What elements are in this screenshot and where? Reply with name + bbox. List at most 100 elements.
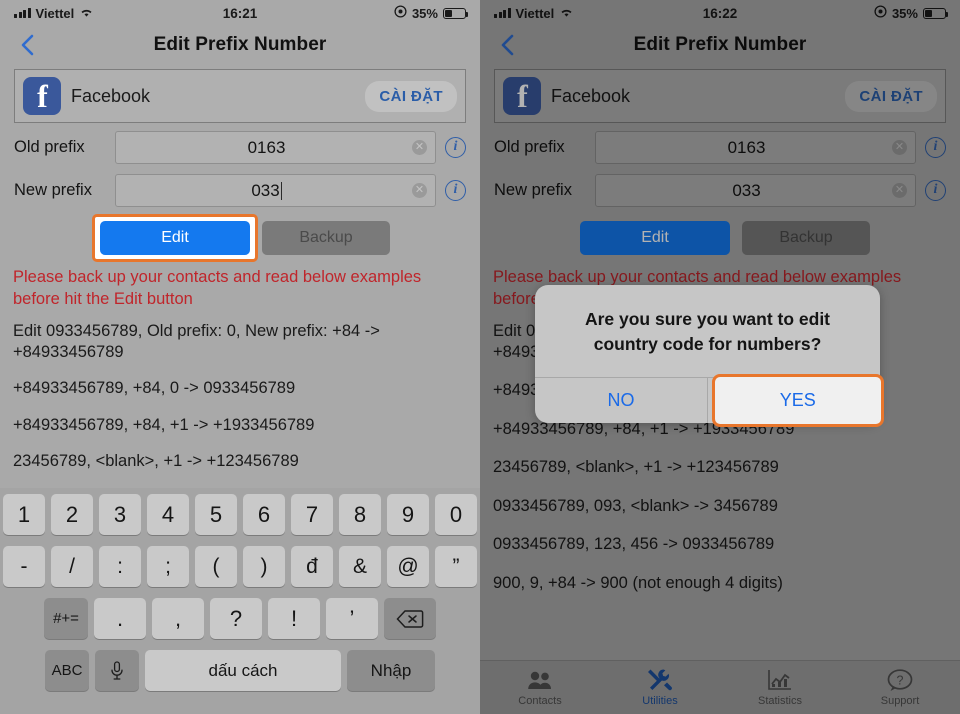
key-semicolon[interactable]: ;	[147, 546, 189, 587]
example-line: 900, 9, +84 -> 900 (not enough 4 digits)	[493, 573, 783, 592]
dialog-message: Are you sure you want to edit country co…	[584, 309, 831, 354]
battery-icon	[922, 7, 949, 19]
tab-support[interactable]: ? Support	[840, 661, 960, 714]
microphone-icon[interactable]	[95, 650, 139, 691]
clear-icon[interactable]: ✕	[412, 183, 427, 198]
new-prefix-input[interactable]: 033 ✕	[115, 174, 436, 207]
action-buttons: Edit Backup	[480, 217, 960, 255]
svg-text:?: ?	[897, 673, 904, 687]
edit-button[interactable]: Edit	[580, 221, 730, 255]
tab-label: Utilities	[642, 695, 678, 707]
clear-icon[interactable]: ✕	[892, 183, 907, 198]
ad-app-name: Facebook	[551, 85, 631, 106]
tab-utilities[interactable]: Utilities	[600, 661, 720, 714]
key-hyphen[interactable]: -	[3, 546, 45, 587]
key-8[interactable]: 8	[339, 494, 381, 535]
chart-icon	[767, 668, 793, 692]
status-time: 16:21	[222, 5, 258, 21]
contacts-icon	[527, 668, 553, 692]
dialog-yes-highlight: YES	[711, 373, 884, 427]
onscreen-keyboard[interactable]: 1 2 3 4 5 6 7 8 9 0 - / : ; ( ) đ & @ ” …	[0, 488, 480, 714]
facebook-ad-card[interactable]: f Facebook CÀI ĐẶT	[494, 69, 946, 123]
key-question[interactable]: ?	[210, 598, 262, 639]
key-slash[interactable]: /	[51, 546, 93, 587]
key-9[interactable]: 9	[387, 494, 429, 535]
facebook-logo-icon: f	[503, 77, 541, 115]
ad-install-button[interactable]: CÀI ĐẶT	[365, 80, 457, 112]
new-prefix-input[interactable]: 033 ✕	[595, 174, 916, 207]
key-period[interactable]: .	[94, 598, 146, 639]
backup-button[interactable]: Backup	[262, 221, 390, 255]
key-7[interactable]: 7	[291, 494, 333, 535]
key-4[interactable]: 4	[147, 494, 189, 535]
example-line: +84933456789, +84, +1 -> +1933456789	[13, 415, 315, 434]
key-exclamation[interactable]: !	[268, 598, 320, 639]
tab-label: Contacts	[518, 695, 562, 707]
old-prefix-value: 0163	[247, 137, 286, 157]
new-prefix-label: New prefix	[494, 181, 572, 199]
key-ampersand[interactable]: &	[339, 546, 381, 587]
clear-icon[interactable]: ✕	[412, 140, 427, 155]
key-dong[interactable]: đ	[291, 546, 333, 587]
key-5[interactable]: 5	[195, 494, 237, 535]
keyboard-row-numbers: 1 2 3 4 5 6 7 8 9 0	[3, 494, 477, 535]
old-prefix-input[interactable]: 0163 ✕	[595, 131, 916, 164]
key-at[interactable]: @	[387, 546, 429, 587]
action-buttons: Edit Backup	[0, 214, 480, 262]
ad-app-name: Facebook	[71, 85, 151, 106]
key-comma[interactable]: ,	[152, 598, 204, 639]
old-prefix-row: Old prefix 0163 ✕ i	[14, 131, 466, 164]
key-2[interactable]: 2	[51, 494, 93, 535]
new-prefix-label: New prefix	[14, 181, 92, 199]
info-icon[interactable]: i	[445, 137, 466, 158]
dialog-buttons: NO YES	[535, 373, 884, 427]
location-icon	[394, 5, 407, 21]
dialog-yes-button[interactable]: YES	[711, 373, 884, 427]
info-icon[interactable]: i	[445, 180, 466, 201]
facebook-logo-icon: f	[23, 77, 61, 115]
key-spacebar[interactable]: dấu cách	[145, 650, 341, 691]
key-6[interactable]: 6	[243, 494, 285, 535]
key-apostrophe[interactable]: ’	[326, 598, 378, 639]
key-colon[interactable]: :	[99, 546, 141, 587]
key-3[interactable]: 3	[99, 494, 141, 535]
example-line: Edit 0933456789, Old prefix: 0, New pref…	[13, 321, 380, 361]
tab-label: Statistics	[757, 695, 802, 707]
tab-contacts[interactable]: Contacts	[480, 661, 600, 714]
backup-button[interactable]: Backup	[742, 221, 870, 255]
status-bar: Viettel 16:21 35%	[0, 0, 480, 26]
key-abc-toggle[interactable]: ABC	[45, 650, 89, 691]
tools-icon	[647, 668, 673, 692]
prefix-form: Old prefix 0163 ✕ i New prefix 033 ✕ i	[0, 123, 480, 207]
info-icon[interactable]: i	[925, 180, 946, 201]
example-line: 23456789, <blank>, +1 -> +123456789	[13, 452, 299, 471]
back-chevron-icon[interactable]	[496, 34, 518, 56]
facebook-ad-card[interactable]: f Facebook CÀI ĐẶT	[14, 69, 466, 123]
key-1[interactable]: 1	[3, 494, 45, 535]
keyboard-row-punctuation: #+= . , ? ! ’	[3, 598, 477, 639]
old-prefix-label: Old prefix	[494, 138, 565, 156]
backup-button-wrap: Backup	[742, 221, 870, 255]
dialog-no-button[interactable]: NO	[535, 378, 707, 423]
backspace-icon[interactable]	[384, 598, 436, 639]
edit-button[interactable]: Edit	[100, 221, 250, 255]
key-paren-close[interactable]: )	[243, 546, 285, 587]
ad-install-button[interactable]: CÀI ĐẶT	[845, 80, 937, 112]
key-enter[interactable]: Nhập	[347, 650, 435, 691]
battery-percent: 35%	[891, 5, 918, 21]
key-quote[interactable]: ”	[435, 546, 477, 587]
key-0[interactable]: 0	[435, 494, 477, 535]
tab-statistics[interactable]: Statistics	[720, 661, 840, 714]
key-paren-open[interactable]: (	[195, 546, 237, 587]
old-prefix-input[interactable]: 0163 ✕	[115, 131, 436, 164]
page-title: Edit Prefix Number	[633, 34, 807, 55]
old-prefix-label: Old prefix	[14, 138, 85, 156]
new-prefix-row: New prefix 033 ✕ i	[14, 174, 466, 207]
signal-strength-icon	[14, 8, 31, 18]
back-chevron-icon[interactable]	[16, 34, 38, 56]
key-symbols-toggle[interactable]: #+=	[44, 598, 88, 639]
clear-icon[interactable]: ✕	[892, 140, 907, 155]
example-line: 23456789, <blank>, +1 -> +123456789	[493, 458, 779, 477]
example-line: 0933456789, 123, 456 -> 0933456789	[493, 535, 775, 554]
info-icon[interactable]: i	[925, 137, 946, 158]
